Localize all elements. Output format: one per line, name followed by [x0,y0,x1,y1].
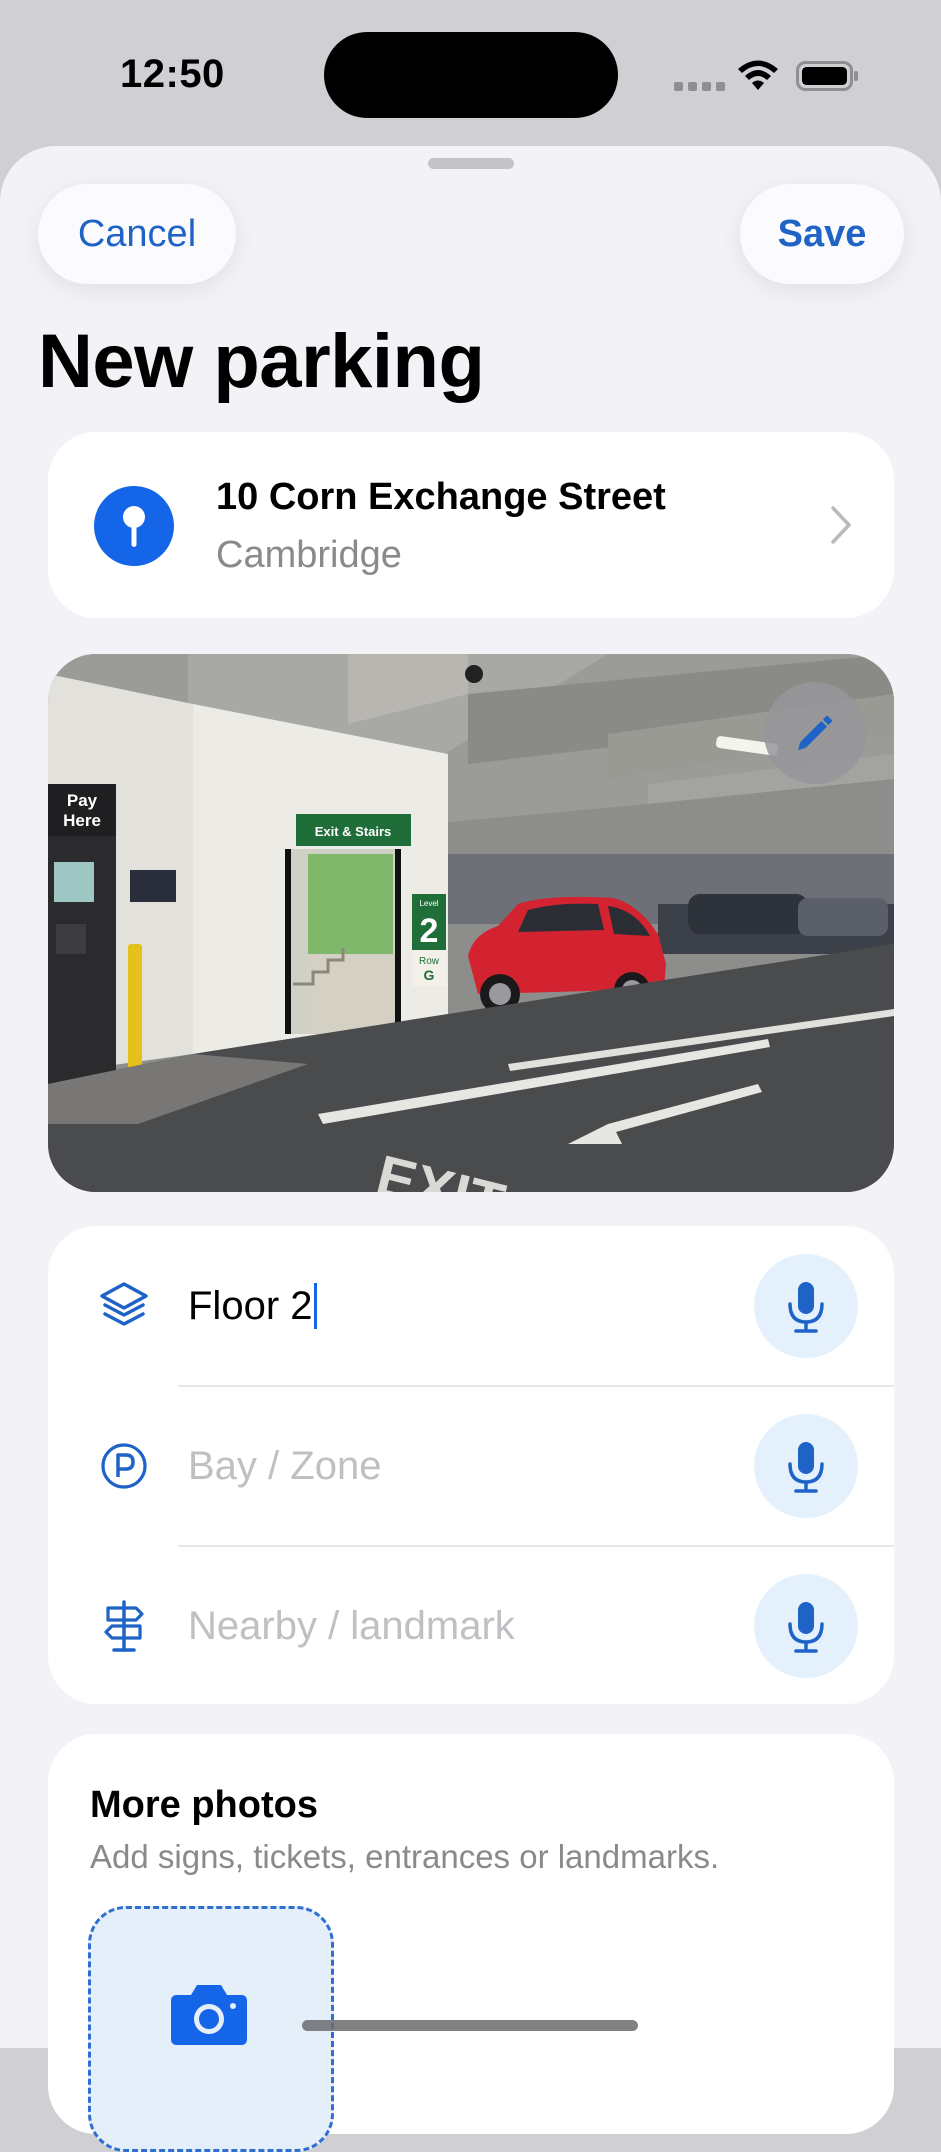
sheet-grabber[interactable] [428,158,514,169]
level-word-sign: Level [419,899,438,908]
floor-input-value: Floor 2 [188,1284,313,1328]
microphone-icon [788,1442,824,1493]
details-fields: Floor 2 Bay / Zone Nearby / landmark [48,1226,894,1704]
row-letter-sign: G [424,967,435,983]
landmark-input[interactable]: Nearby / landmark [188,1598,515,1654]
bay-field-row: Bay / Zone [48,1386,894,1546]
status-time: 12:50 [120,52,225,96]
save-button[interactable]: Save [740,184,904,284]
new-parking-sheet: Cancel Save New parking 10 Corn Exchange… [0,146,941,2152]
camera-icon [171,1985,247,2045]
location-street: 10 Corn Exchange Street [216,476,666,518]
more-photos-title: More photos [90,1784,318,1826]
floor-field-row: Floor 2 [48,1226,894,1386]
parking-circle-icon [101,1443,147,1489]
more-photos-card: More photos Add signs, tickets, entrance… [48,1734,894,2152]
chevron-right-icon [831,506,851,544]
signpost-icon [104,1600,144,1652]
microphone-icon [788,1602,824,1653]
bay-zone-input[interactable]: Bay / Zone [188,1438,381,1494]
layers-icon [100,1282,148,1326]
pencil-icon [798,715,833,750]
dynamic-island [324,32,618,118]
wifi-icon [738,60,778,90]
location-city: Cambridge [216,534,402,576]
text-cursor [313,1283,317,1329]
row-word-sign: Row [419,956,440,967]
landmark-field-row: Nearby / landmark [48,1546,894,1704]
home-indicator [302,2020,638,2031]
landmark-dictation-button[interactable] [754,1574,858,1678]
floor-dictation-button[interactable] [754,1254,858,1358]
microphone-icon [788,1282,824,1333]
cellular-signal-icon [674,82,725,91]
exit-stairs-sign: Exit & Stairs [315,824,392,839]
more-photos-subtitle: Add signs, tickets, entrances or landmar… [90,1838,720,1875]
level-number-sign: 2 [420,912,439,950]
edit-photo-button[interactable] [764,682,866,784]
battery-icon [796,61,858,91]
pay-sign-line2: Here [63,811,101,830]
page-title: New parking [38,319,485,404]
bay-dictation-button[interactable] [754,1414,858,1518]
cancel-button[interactable]: Cancel [38,184,236,284]
status-bar: 12:50 [0,0,941,150]
location-pin-icon [94,486,174,566]
pay-sign-line1: Pay [67,791,98,810]
location-row[interactable]: 10 Corn Exchange Street Cambridge [48,432,894,618]
add-photo-button[interactable] [88,1906,334,2152]
floor-input[interactable]: Floor 2 [188,1278,317,1334]
